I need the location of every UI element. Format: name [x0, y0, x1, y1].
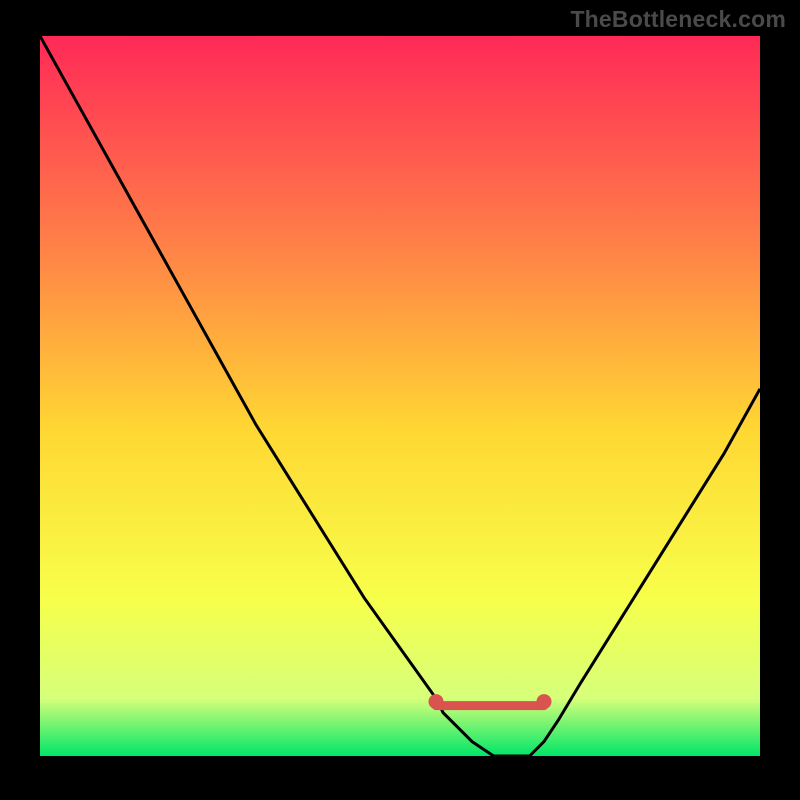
- bottleneck-chart: [0, 0, 800, 800]
- watermark-text: TheBottleneck.com: [570, 6, 786, 33]
- chart-container: TheBottleneck.com: [0, 0, 800, 800]
